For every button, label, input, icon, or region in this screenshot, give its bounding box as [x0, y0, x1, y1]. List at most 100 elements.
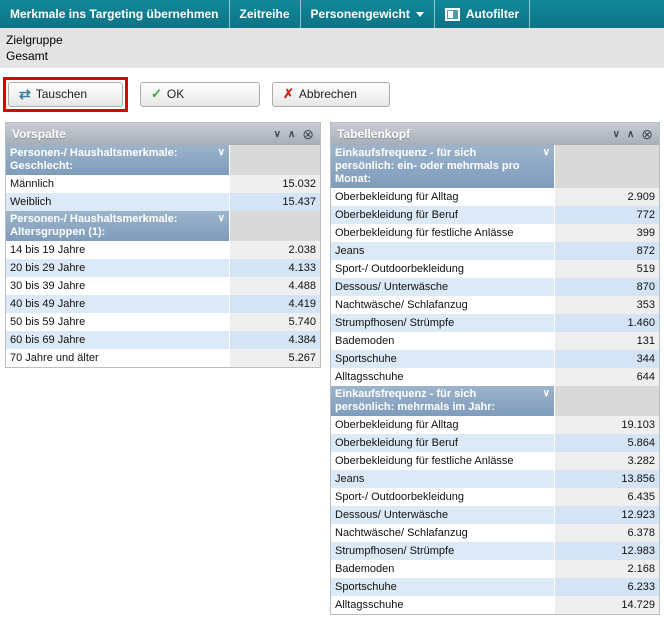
table-row[interactable]: Oberbekleidung für Alltag2.909 [331, 188, 659, 206]
panel-title-icons: ∨ ∧ ⊗ [274, 126, 314, 143]
table-row[interactable]: Alltagsschuhe14.729 [331, 596, 659, 614]
row-value: 4.488 [229, 277, 320, 295]
collapse-up-icon[interactable]: ∧ [288, 129, 295, 140]
table-row[interactable]: Alltagsschuhe644 [331, 368, 659, 386]
table-row[interactable]: Strumpfhosen/ Strümpfe12.983 [331, 542, 659, 560]
panel-tabellenkopf-table: Einkaufsfrequenz - für sich persönlich: … [331, 145, 659, 614]
table-row[interactable]: Nachtwäsche/ Schlafanzug6.378 [331, 524, 659, 542]
row-label: Oberbekleidung für Beruf [331, 206, 554, 224]
row-label: Nachtwäsche/ Schlafanzug [331, 296, 554, 314]
row-label: Nachtwäsche/ Schlafanzug [331, 524, 554, 542]
table-row[interactable]: Oberbekleidung für Beruf772 [331, 206, 659, 224]
table-row[interactable]: Weiblich15.437 [6, 193, 320, 211]
row-value: 6.233 [554, 578, 659, 596]
cancel-button[interactable]: ✗ Abbrechen [272, 82, 390, 107]
panel-title: Vorspalte [12, 127, 66, 141]
table-row[interactable]: 30 bis 39 Jahre4.488 [6, 277, 320, 295]
table-row[interactable]: 14 bis 19 Jahre2.038 [6, 241, 320, 259]
table-row[interactable]: Oberbekleidung für festliche Anlässe399 [331, 224, 659, 242]
row-value: 2.909 [554, 188, 659, 206]
table-row[interactable]: Jeans13.856 [331, 470, 659, 488]
section-dropdown-icon[interactable]: ∨ [218, 146, 225, 159]
toolbar-toggle-autofilter[interactable]: Autofilter [435, 0, 530, 28]
row-value: 12.923 [554, 506, 659, 524]
toolbar-button-label: Autofilter [466, 7, 519, 21]
section-header-value-cell [554, 145, 659, 188]
row-label: Jeans [331, 470, 554, 488]
table-row[interactable]: Sportschuhe6.233 [331, 578, 659, 596]
table-row[interactable]: Bademoden131 [331, 332, 659, 350]
row-value: 19.103 [554, 416, 659, 434]
row-label: Oberbekleidung für festliche Anlässe [331, 452, 554, 470]
table-row[interactable]: Sport-/ Outdoorbekleidung519 [331, 260, 659, 278]
row-label: Strumpfhosen/ Strümpfe [331, 542, 554, 560]
table-row[interactable]: Männlich15.032 [6, 175, 320, 193]
section-header-label: Einkaufsfrequenz - für sich persönlich: … [331, 386, 554, 416]
toolbar-button-label: Personengewicht [311, 7, 410, 21]
table-row[interactable]: 20 bis 29 Jahre4.133 [6, 259, 320, 277]
section-dropdown-icon[interactable]: ∨ [543, 387, 550, 400]
row-label: Dessous/ Unterwäsche [331, 506, 554, 524]
row-label: Oberbekleidung für Beruf [331, 434, 554, 452]
table-row[interactable]: Jeans872 [331, 242, 659, 260]
table-row[interactable]: 50 bis 59 Jahre5.740 [6, 313, 320, 331]
section-dropdown-icon[interactable]: ∨ [218, 212, 225, 225]
table-row[interactable]: Sportschuhe344 [331, 350, 659, 368]
autofilter-icon [445, 8, 460, 21]
panel-tabellenkopf: Tabellenkopf ∨ ∧ ⊗ Einkaufsfrequenz - fü… [330, 122, 660, 615]
collapse-down-icon[interactable]: ∨ [613, 129, 620, 140]
table-row[interactable]: Dessous/ Unterwäsche870 [331, 278, 659, 296]
table-row[interactable]: 60 bis 69 Jahre4.384 [6, 331, 320, 349]
row-label: Alltagsschuhe [331, 596, 554, 614]
row-value: 12.983 [554, 542, 659, 560]
row-label: Oberbekleidung für Alltag [331, 416, 554, 434]
table-row[interactable]: Strumpfhosen/ Strümpfe1.460 [331, 314, 659, 332]
ok-button[interactable]: ✓ OK [140, 82, 260, 107]
close-icon[interactable]: ⊗ [641, 126, 653, 143]
table-row[interactable]: 40 bis 49 Jahre4.419 [6, 295, 320, 313]
row-label: Weiblich [6, 193, 229, 211]
table-row[interactable]: Oberbekleidung für Beruf5.864 [331, 434, 659, 452]
section-header-label: Einkaufsfrequenz - für sich persönlich: … [331, 145, 554, 188]
toolbar-dropdown-personengewicht[interactable]: Personengewicht [301, 0, 435, 28]
row-label: Sport-/ Outdoorbekleidung [331, 260, 554, 278]
table-row[interactable]: Dessous/ Unterwäsche12.923 [331, 506, 659, 524]
row-value: 399 [554, 224, 659, 242]
collapse-down-icon[interactable]: ∨ [274, 129, 281, 140]
toolbar-button-zeitreihe[interactable]: Zeitreihe [230, 0, 301, 28]
row-label: Männlich [6, 175, 229, 193]
row-value: 6.435 [554, 488, 659, 506]
section-header-label: Personen-/ Haushaltsmerkmale: Geschlecht… [6, 145, 229, 175]
table-row[interactable]: Nachtwäsche/ Schlafanzug353 [331, 296, 659, 314]
table-row[interactable]: Bademoden2.168 [331, 560, 659, 578]
collapse-up-icon[interactable]: ∧ [627, 129, 634, 140]
table-row[interactable]: Oberbekleidung für Alltag19.103 [331, 416, 659, 434]
row-value: 872 [554, 242, 659, 260]
table-row[interactable]: 70 Jahre und älter5.267 [6, 349, 320, 367]
panel-vorspalte-table: Personen-/ Haushaltsmerkmale: Geschlecht… [6, 145, 320, 367]
row-label: Bademoden [331, 560, 554, 578]
section-dropdown-icon[interactable]: ∨ [543, 146, 550, 159]
row-value: 4.419 [229, 295, 320, 313]
row-label: 20 bis 29 Jahre [6, 259, 229, 277]
x-icon: ✗ [283, 86, 294, 102]
toolbar-button-merkmale-targeting[interactable]: Merkmale ins Targeting übernehmen [0, 0, 230, 28]
table-row[interactable]: Oberbekleidung für festliche Anlässe3.28… [331, 452, 659, 470]
row-value: 519 [554, 260, 659, 278]
toolbar-button-label: Merkmale ins Targeting übernehmen [10, 7, 219, 21]
close-icon[interactable]: ⊗ [302, 126, 314, 143]
toolbar: Merkmale ins Targeting übernehmen Zeitre… [0, 0, 664, 28]
swap-icon: ⇄ [19, 86, 31, 103]
target-group-bar: Zielgruppe Gesamt [0, 28, 664, 68]
row-label: Sportschuhe [331, 578, 554, 596]
row-value: 353 [554, 296, 659, 314]
row-value: 4.133 [229, 259, 320, 277]
row-label: Strumpfhosen/ Strümpfe [331, 314, 554, 332]
table-row[interactable]: Sport-/ Outdoorbekleidung6.435 [331, 488, 659, 506]
row-label: 14 bis 19 Jahre [6, 241, 229, 259]
panel-title: Tabellenkopf [337, 127, 410, 141]
panel-title-icons: ∨ ∧ ⊗ [613, 126, 653, 143]
row-label: Jeans [331, 242, 554, 260]
swap-button[interactable]: ⇄ Tauschen [8, 82, 123, 107]
section-header: Personen-/ Haushaltsmerkmale: Geschlecht… [6, 145, 320, 175]
